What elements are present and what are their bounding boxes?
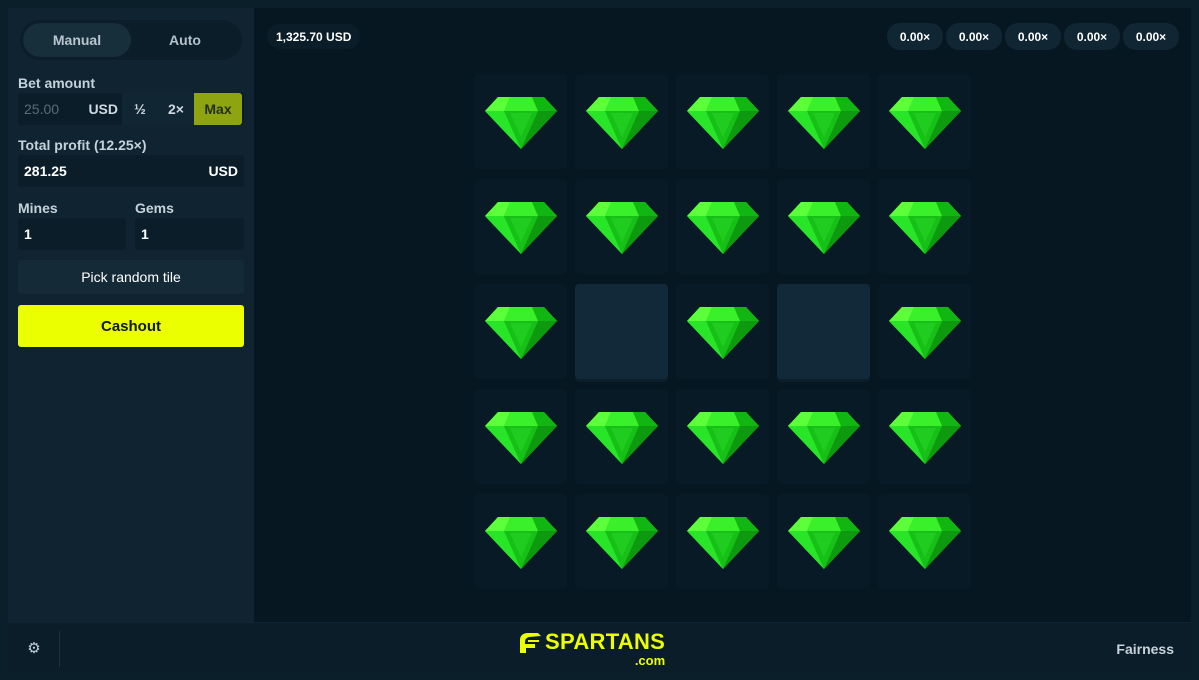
emerald-gem-icon xyxy=(888,96,961,149)
emerald-gem-icon xyxy=(888,306,961,359)
gem-tile[interactable] xyxy=(676,179,769,274)
emerald-gem-icon xyxy=(484,306,557,359)
multiplier-chip: 0.00× xyxy=(1064,23,1120,50)
gem-tile[interactable] xyxy=(676,284,769,379)
gear-icon[interactable]: ⚙ xyxy=(24,638,44,658)
gem-tile[interactable] xyxy=(878,284,971,379)
pick-random-tile-button[interactable]: Pick random tile xyxy=(18,260,244,294)
footer-bar: ⚙ SPARTANS .com Fairness xyxy=(8,622,1191,672)
emerald-gem-icon xyxy=(888,411,961,464)
gem-tile[interactable] xyxy=(777,74,870,169)
total-profit-field: 281.25 USD xyxy=(18,155,244,187)
gem-tile[interactable] xyxy=(878,179,971,274)
balance-badge: 1,325.70 USD xyxy=(267,24,361,49)
mines-board xyxy=(474,74,971,589)
max-bet-button[interactable]: Max xyxy=(194,93,242,125)
total-profit-label: Total profit (12.25×) xyxy=(18,137,147,153)
bet-amount-input[interactable]: 25.00 xyxy=(18,101,78,117)
emerald-gem-icon xyxy=(686,306,759,359)
gem-tile[interactable] xyxy=(474,179,567,274)
logo-name: SPARTANS xyxy=(545,629,666,654)
gem-tile[interactable] xyxy=(878,389,971,484)
half-bet-button[interactable]: ½ xyxy=(122,93,158,125)
gems-field: 1 xyxy=(135,218,244,250)
mode-tabs: Manual Auto xyxy=(20,20,242,60)
gem-tile[interactable] xyxy=(676,494,769,589)
spartans-logo: SPARTANS .com xyxy=(517,631,665,667)
emerald-gem-icon xyxy=(787,201,860,254)
emerald-gem-icon xyxy=(686,516,759,569)
cashout-button[interactable]: Cashout xyxy=(18,305,244,347)
gem-tile[interactable] xyxy=(777,389,870,484)
emerald-gem-icon xyxy=(787,96,860,149)
emerald-gem-icon xyxy=(686,411,759,464)
multiplier-chip: 0.00× xyxy=(946,23,1002,50)
mines-field[interactable]: 1 xyxy=(18,218,126,250)
multiplier-chip: 0.00× xyxy=(1123,23,1179,50)
multiplier-chip: 0.00× xyxy=(887,23,943,50)
gem-tile[interactable] xyxy=(777,179,870,274)
game-app: Manual Auto Bet amount 25.00 USD ½ 2× Ma… xyxy=(8,8,1191,672)
gem-tile[interactable] xyxy=(575,389,668,484)
footer-divider xyxy=(59,631,60,667)
gem-tile[interactable] xyxy=(575,494,668,589)
emerald-gem-icon xyxy=(484,516,557,569)
emerald-gem-icon xyxy=(585,201,658,254)
multiplier-chip: 0.00× xyxy=(1005,23,1061,50)
gems-label: Gems xyxy=(135,200,174,216)
bet-currency: USD xyxy=(88,101,118,117)
emerald-gem-icon xyxy=(484,411,557,464)
gem-tile[interactable] xyxy=(575,179,668,274)
tab-manual[interactable]: Manual xyxy=(23,23,131,57)
emerald-gem-icon xyxy=(686,201,759,254)
hidden-tile[interactable] xyxy=(777,284,870,379)
emerald-gem-icon xyxy=(888,516,961,569)
control-sidebar: Manual Auto Bet amount 25.00 USD ½ 2× Ma… xyxy=(8,8,254,622)
gem-tile[interactable] xyxy=(676,389,769,484)
emerald-gem-icon xyxy=(787,516,860,569)
emerald-gem-icon xyxy=(484,96,557,149)
gem-tile[interactable] xyxy=(474,74,567,169)
gem-tile[interactable] xyxy=(878,494,971,589)
gem-tile[interactable] xyxy=(474,284,567,379)
multiplier-history: 0.00× 0.00× 0.00× 0.00× 0.00× xyxy=(887,23,1179,50)
spartan-helmet-icon xyxy=(520,633,541,653)
gem-tile[interactable] xyxy=(474,494,567,589)
emerald-gem-icon xyxy=(585,411,658,464)
bet-amount-row: 25.00 USD ½ 2× Max xyxy=(18,93,244,125)
fairness-link[interactable]: Fairness xyxy=(1116,641,1174,657)
emerald-gem-icon xyxy=(888,201,961,254)
emerald-gem-icon xyxy=(787,411,860,464)
gem-tile[interactable] xyxy=(777,494,870,589)
emerald-gem-icon xyxy=(585,96,658,149)
gem-tile[interactable] xyxy=(878,74,971,169)
logo-domain: .com xyxy=(634,653,666,668)
bet-amount-label: Bet amount xyxy=(18,75,95,91)
emerald-gem-icon xyxy=(585,516,658,569)
double-bet-button[interactable]: 2× xyxy=(158,93,194,125)
gem-tile[interactable] xyxy=(474,389,567,484)
tab-auto[interactable]: Auto xyxy=(131,23,239,57)
emerald-gem-icon xyxy=(686,96,759,149)
profit-currency: USD xyxy=(208,163,238,179)
emerald-gem-icon xyxy=(484,201,557,254)
gem-tile[interactable] xyxy=(575,74,668,169)
mines-label: Mines xyxy=(18,200,58,216)
gem-tile[interactable] xyxy=(676,74,769,169)
hidden-tile[interactable] xyxy=(575,284,668,379)
total-profit-value: 281.25 xyxy=(24,163,67,179)
